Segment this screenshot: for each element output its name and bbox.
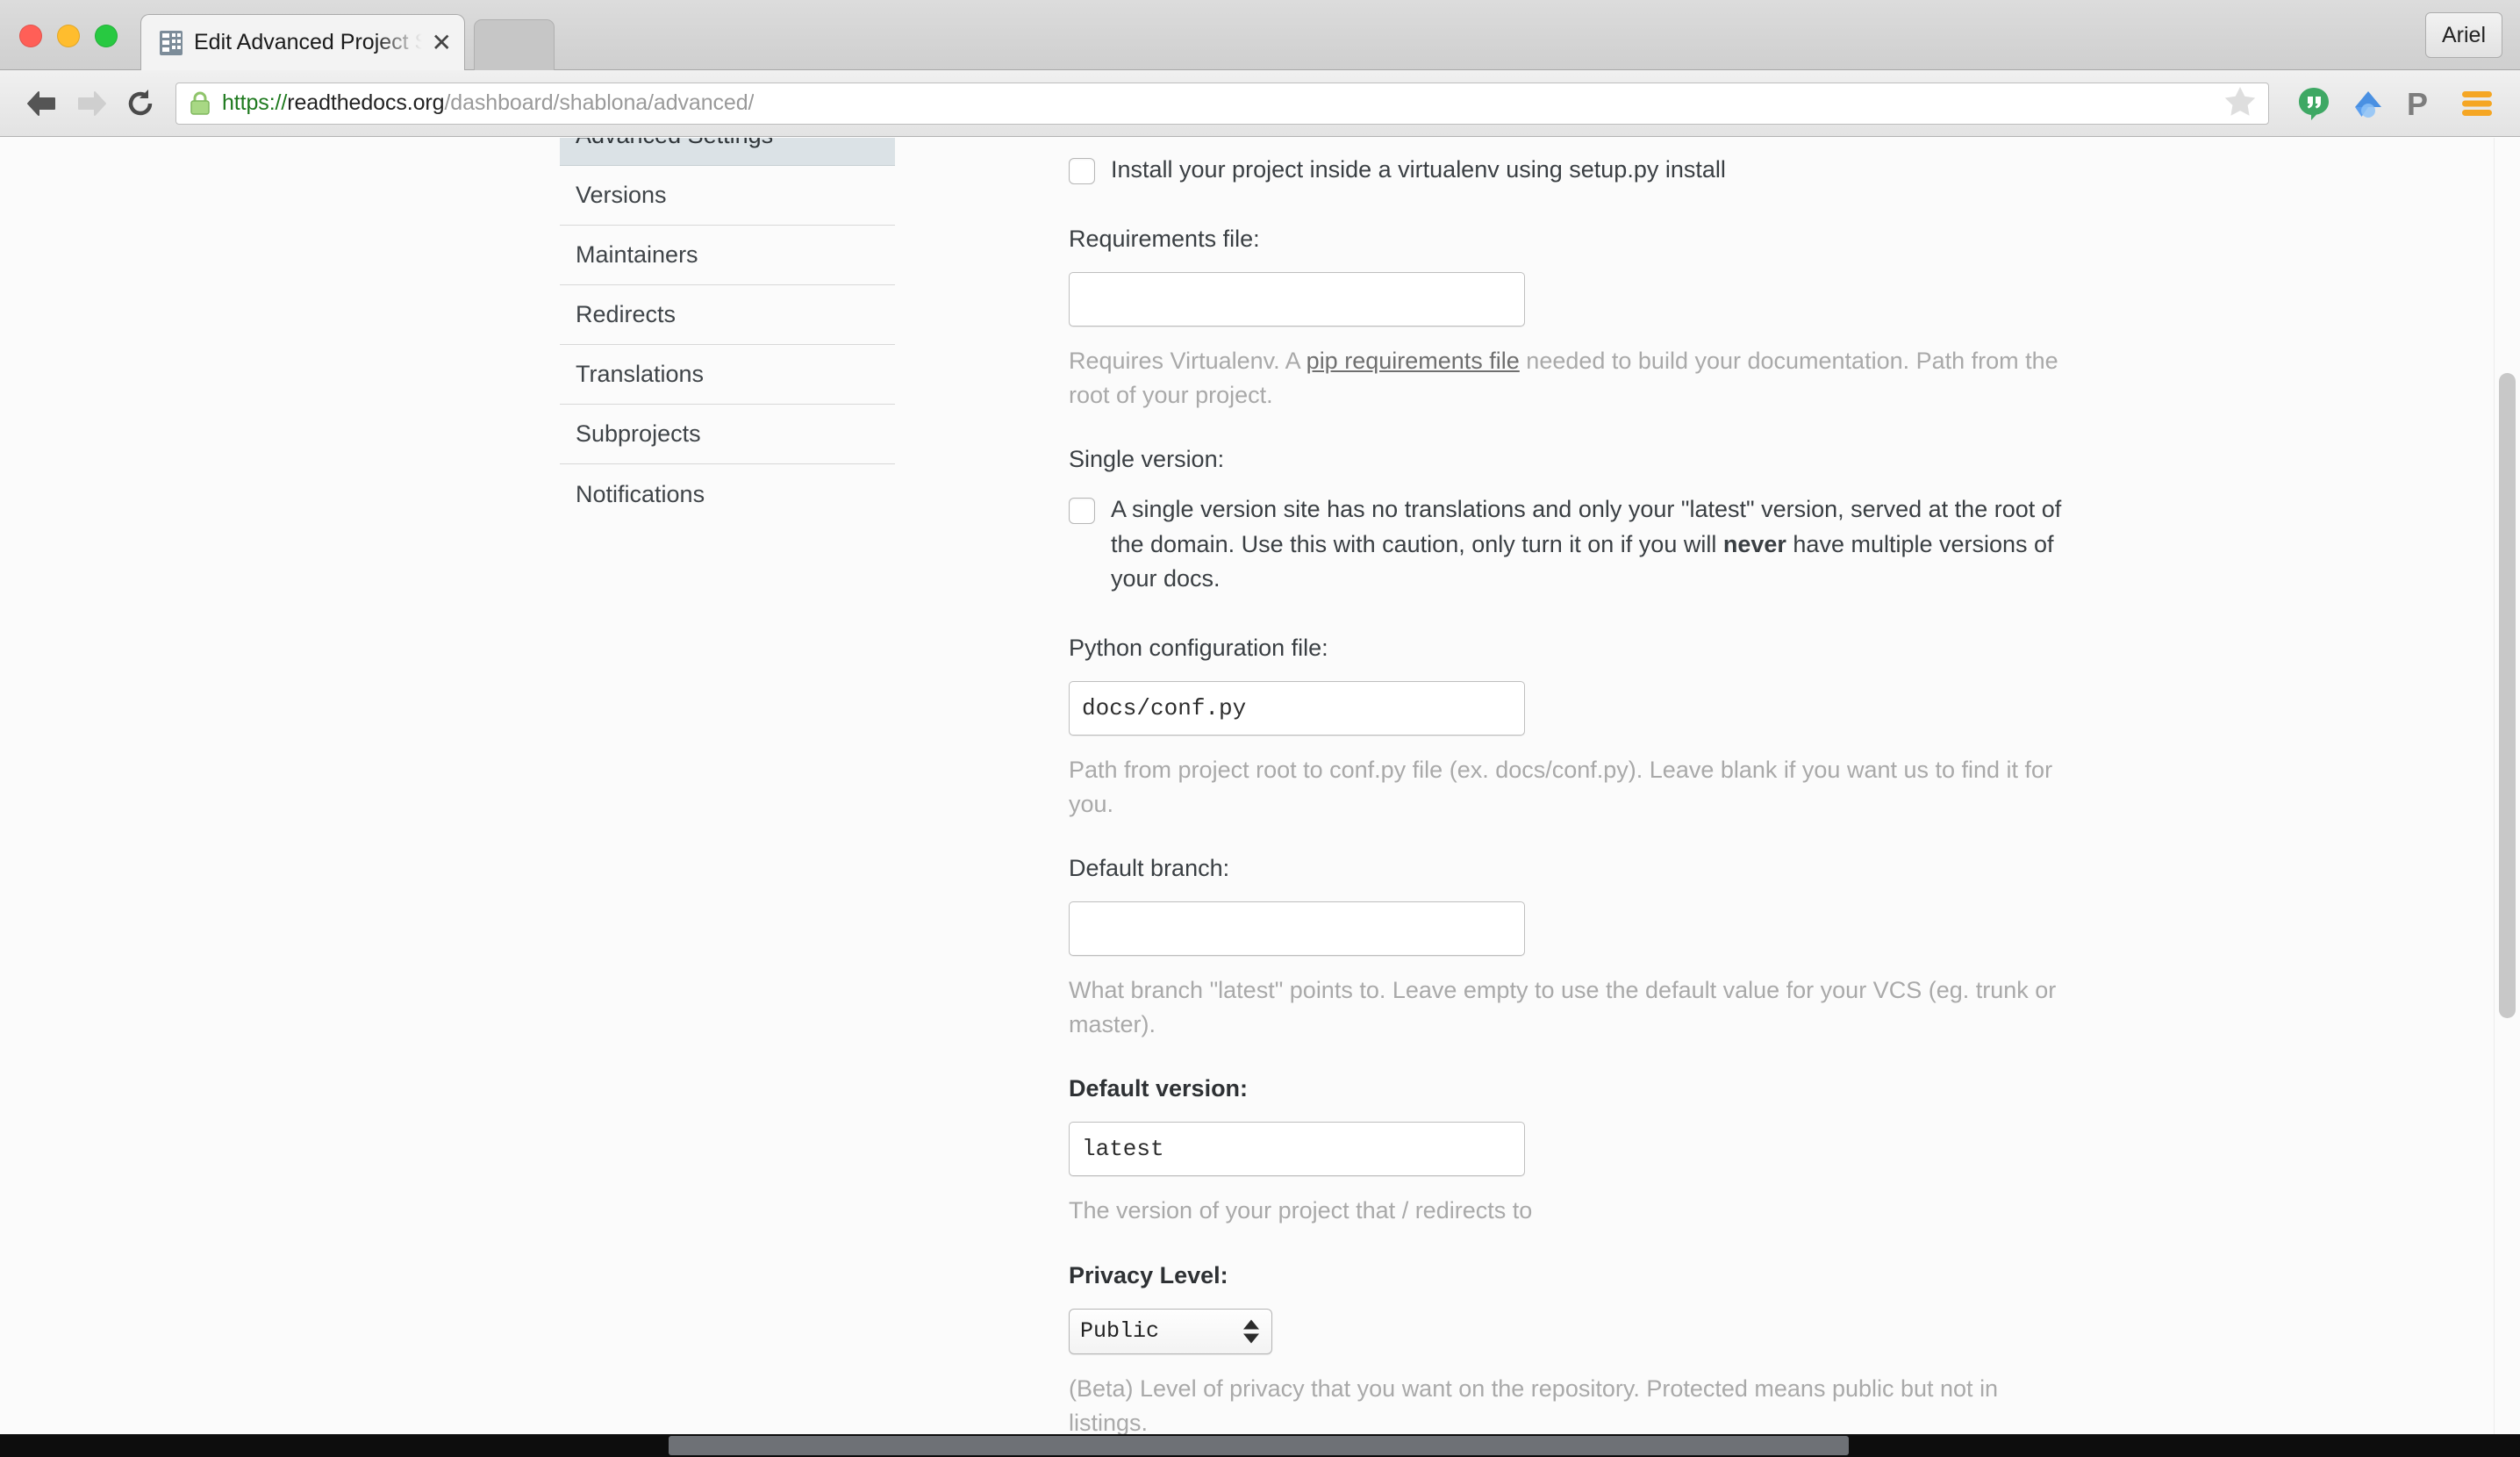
sidebar-item-label: Maintainers	[576, 241, 698, 268]
field-python-configuration-file: Python configuration file: docs/conf.py …	[1069, 635, 2492, 822]
python-configuration-file-help: Path from project root to conf.py file (…	[1069, 756, 2053, 817]
single-version-never-emphasis: never	[1722, 530, 1786, 557]
address-bar-url: https://readthedocs.org/dashboard/shablo…	[222, 90, 754, 116]
privacy-level-label: Privacy Level:	[1069, 1261, 1228, 1288]
default-branch-label: Default branch:	[1069, 855, 1230, 882]
sidebar-item-subprojects[interactable]: Subprojects	[560, 405, 895, 464]
google-drive-icon[interactable]	[2343, 78, 2394, 129]
sidebar-item-translations[interactable]: Translations	[560, 345, 895, 405]
use-virtualenv-checkbox[interactable]	[1069, 158, 1095, 184]
use-virtualenv-checkbox-row[interactable]: Install your project inside a virtualenv…	[1069, 153, 2069, 187]
pocket-icon[interactable]: P	[2397, 78, 2448, 129]
default-version-help: The version of your project that / redir…	[1069, 1197, 1533, 1224]
browser-window: Edit Advanced Project Sett ✕ Ariel	[0, 0, 2520, 1457]
tab-title: Edit Advanced Project Sett	[194, 30, 426, 54]
advanced-settings-form: Use virtualenv: Install your project ins…	[895, 138, 2492, 1457]
maximize-window-button[interactable]	[95, 25, 118, 47]
requirements-file-input[interactable]	[1069, 272, 1525, 327]
sidebar-item-label: Advanced Settings	[576, 138, 773, 149]
new-tab-button[interactable]	[474, 19, 555, 70]
project-settings-sidebar: Advanced Settings Versions Maintainers R…	[560, 138, 895, 1457]
use-virtualenv-checkbox-label: Install your project inside a virtualenv…	[1111, 156, 1726, 183]
horizontal-scrollbar-thumb[interactable]	[669, 1436, 1849, 1455]
address-bar[interactable]: https://readthedocs.org/dashboard/shablo…	[175, 82, 2269, 125]
default-version-input[interactable]: latest	[1069, 1122, 1525, 1177]
lock-icon	[189, 91, 211, 116]
browser-tab[interactable]: Edit Advanced Project Sett ✕	[140, 14, 465, 70]
sidebar-item-label: Notifications	[576, 480, 705, 507]
single-version-checkbox-row[interactable]: A single version site has no translation…	[1069, 492, 2069, 595]
field-single-version: Single version: A single version site ha…	[1069, 446, 2492, 595]
single-version-label: Single version:	[1069, 446, 1225, 473]
sidebar-item-label: Versions	[576, 182, 667, 208]
select-stepper-arrows-icon	[1243, 1319, 1259, 1344]
default-branch-input[interactable]	[1069, 901, 1525, 957]
vertical-scrollbar-track[interactable]	[2494, 138, 2520, 1434]
reload-button[interactable]	[116, 79, 165, 128]
sidebar-item-label: Translations	[576, 361, 705, 387]
url-scheme: https://	[222, 90, 288, 115]
tab-close-icon[interactable]: ✕	[432, 30, 452, 55]
sidebar-item-label: Subprojects	[576, 420, 701, 447]
sidebar-item-advanced-settings[interactable]: Advanced Settings	[560, 138, 895, 166]
field-privacy-level: Privacy Level: Public (Beta) Level of pr…	[1069, 1262, 2492, 1440]
pip-requirements-file-link[interactable]: pip requirements file	[1307, 348, 1520, 374]
forward-button	[67, 79, 116, 128]
sidebar-item-redirects[interactable]: Redirects	[560, 285, 895, 345]
chrome-menu-icon[interactable]	[2452, 78, 2502, 129]
python-configuration-file-label: Python configuration file:	[1069, 634, 1328, 661]
sidebar-item-versions[interactable]: Versions	[560, 166, 895, 226]
default-version-label: Default version:	[1069, 1075, 1249, 1102]
requirements-file-help: Requires Virtualenv. A pip requirements …	[1069, 344, 2060, 413]
minimize-window-button[interactable]	[57, 25, 80, 47]
svg-text:P: P	[2407, 86, 2428, 122]
bookmark-star-icon[interactable]	[2223, 84, 2258, 122]
browser-toolbar: https://readthedocs.org/dashboard/shablo…	[0, 70, 2520, 137]
close-window-button[interactable]	[19, 25, 42, 47]
sidebar-item-notifications[interactable]: Notifications	[560, 464, 895, 524]
field-use-virtualenv: Use virtualenv: Install your project ins…	[1069, 138, 2492, 187]
url-host: readthedocs.org	[287, 90, 445, 115]
profile-button[interactable]: Ariel	[2424, 12, 2502, 58]
window-controls	[19, 25, 118, 47]
readthedocs-favicon-icon	[157, 29, 185, 57]
privacy-level-help: (Beta) Level of privacy that you want on…	[1069, 1374, 1999, 1436]
help-text-before: Requires Virtualenv. A	[1069, 348, 1307, 375]
vertical-scrollbar-thumb[interactable]	[2499, 373, 2516, 1018]
field-default-branch: Default branch: What branch "latest" poi…	[1069, 855, 2492, 1042]
single-version-checkbox[interactable]	[1069, 498, 1095, 525]
field-default-version: Default version: latest The version of y…	[1069, 1075, 2492, 1228]
single-version-checkbox-label: A single version site has no translation…	[1111, 492, 2069, 595]
page-viewport: Advanced Settings Versions Maintainers R…	[0, 138, 2520, 1457]
privacy-level-select[interactable]: Public	[1069, 1308, 1272, 1354]
field-requirements-file: Requirements file: Requires Virtualenv. …	[1069, 226, 2492, 413]
sidebar-item-label: Redirects	[576, 301, 677, 327]
url-path: /dashboard/shablona/advanced/	[444, 90, 755, 115]
tab-strip: Edit Advanced Project Sett ✕ Ariel	[0, 0, 2520, 70]
requirements-file-label: Requirements file:	[1069, 226, 1260, 253]
privacy-level-value: Public	[1080, 1318, 1160, 1345]
default-branch-help: What branch "latest" points to. Leave em…	[1069, 977, 2057, 1038]
sidebar-item-maintainers[interactable]: Maintainers	[560, 226, 895, 285]
page-content: Advanced Settings Versions Maintainers R…	[0, 138, 2492, 1457]
horizontal-scrollbar-track[interactable]	[0, 1434, 2520, 1457]
back-button[interactable]	[18, 79, 67, 128]
hangouts-icon[interactable]	[2288, 78, 2339, 129]
python-configuration-file-input[interactable]: docs/conf.py	[1069, 680, 1525, 736]
